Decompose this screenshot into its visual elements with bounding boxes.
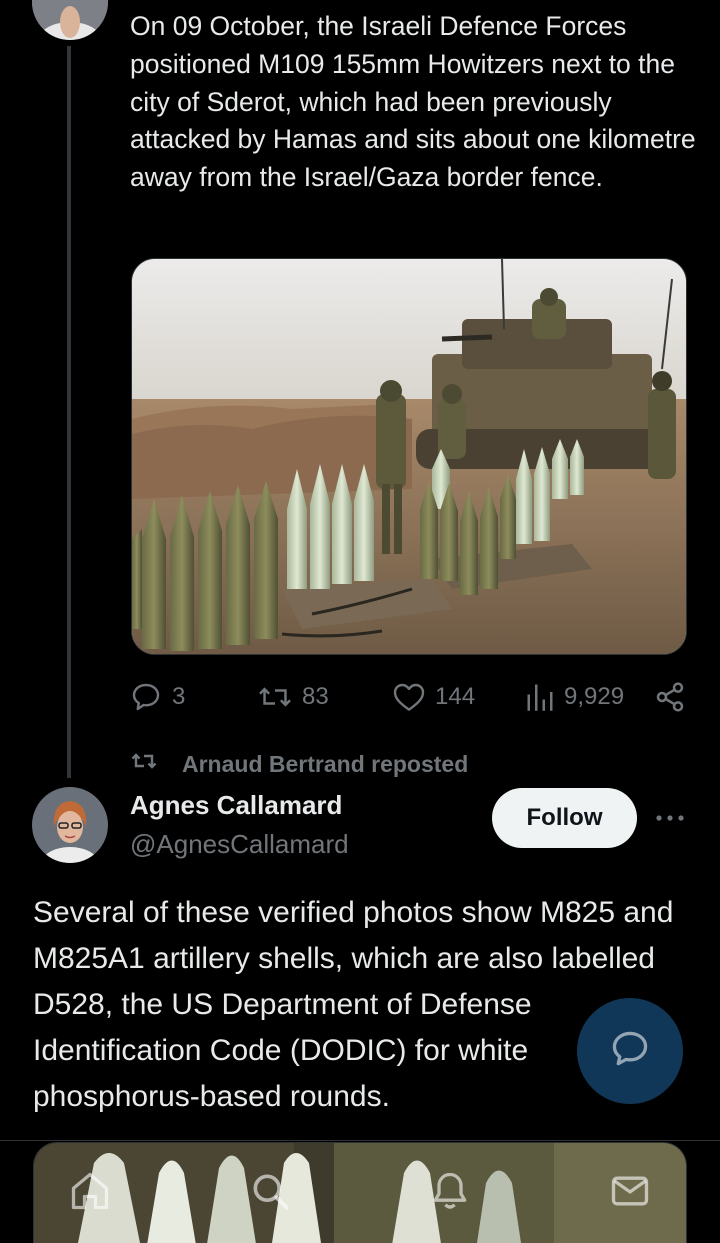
repost-icon [130,749,158,779]
share-icon [654,681,686,713]
compose-reply-button[interactable] [577,998,683,1104]
more-options-button[interactable] [650,800,690,836]
heart-icon [393,682,425,712]
bell-icon [428,1169,472,1218]
reply-button[interactable]: 3 [130,676,185,718]
tweet-photo[interactable] [131,258,687,655]
thread-avatar[interactable] [32,0,108,40]
nav-messages[interactable] [607,1170,653,1216]
reply-count: 3 [172,683,186,710]
nav-notifications[interactable] [427,1170,473,1216]
nav-search[interactable] [247,1170,293,1216]
analytics-icon [526,682,554,712]
avatar[interactable] [32,787,108,863]
home-icon [68,1169,112,1218]
repost-banner-label: Arnaud Bertrand reposted [182,750,469,777]
like-count: 144 [435,683,476,710]
author-handle[interactable]: @AgnesCallamard [130,829,349,860]
thread-line [67,46,71,778]
follow-button[interactable]: Follow [492,788,637,848]
repost-icon [258,681,292,713]
author-name[interactable]: Agnes Callamard [130,790,342,821]
tweet-actions: 3 83 144 9,929 [130,676,690,718]
mail-icon [608,1169,652,1218]
more-icon [655,809,685,827]
search-icon [248,1169,292,1218]
repost-count: 83 [302,683,329,710]
repost-button[interactable]: 83 [258,676,329,718]
nav-divider [0,1140,720,1141]
like-button[interactable]: 144 [393,676,475,718]
share-button[interactable] [654,676,686,718]
nav-home[interactable] [67,1170,113,1216]
bottom-navigation [0,1142,720,1243]
chat-bubble-icon [608,1027,652,1076]
repost-banner[interactable]: Arnaud Bertrand reposted [130,746,468,782]
reply-icon [130,681,162,713]
views-button[interactable]: 9,929 [526,676,624,718]
tweet-text: On 09 October, the Israeli Defence Force… [130,11,696,193]
views-count: 9,929 [564,683,625,710]
